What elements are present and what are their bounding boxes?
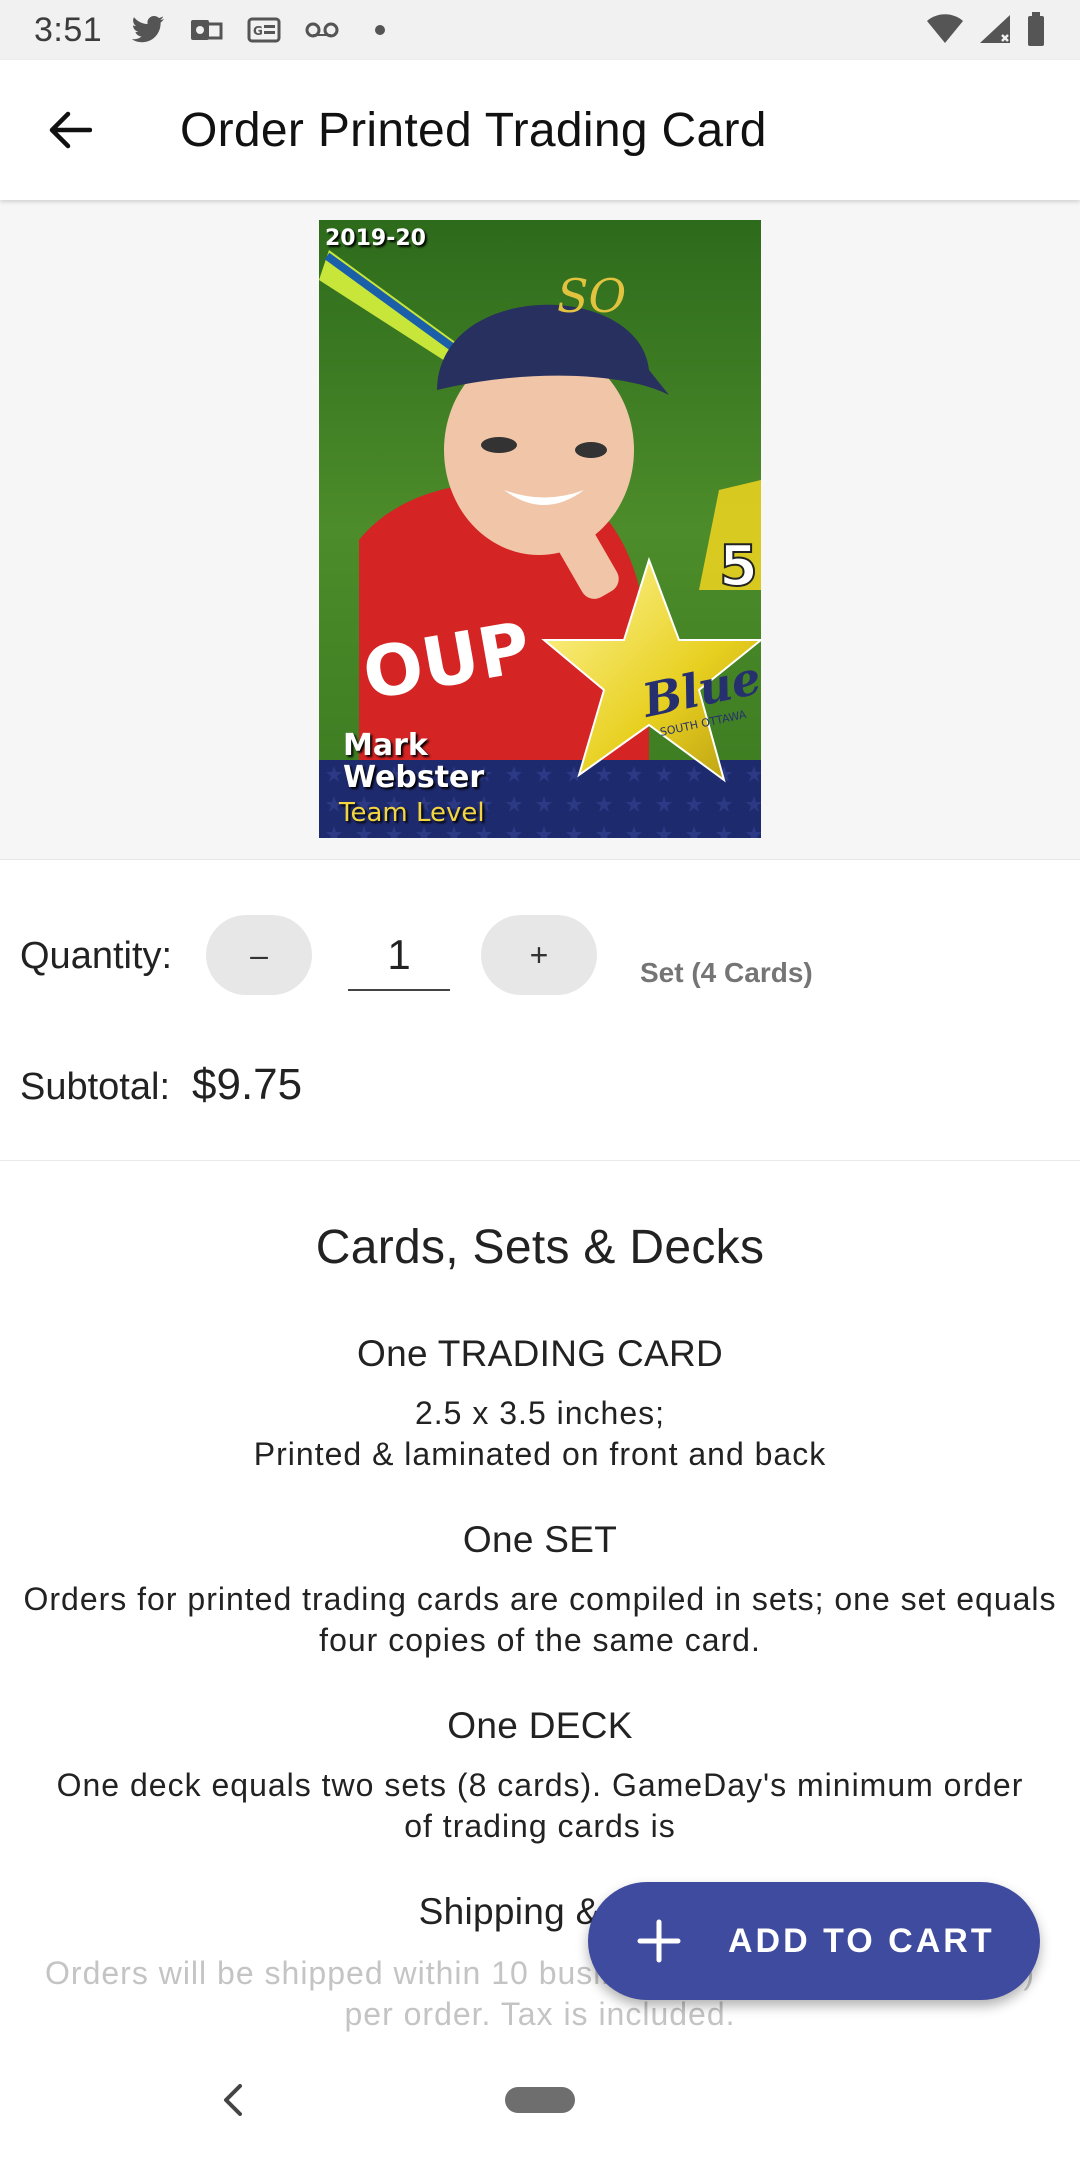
wifi-icon xyxy=(926,13,964,50)
info-heading: Cards, Sets & Decks xyxy=(315,1221,765,1274)
battery-icon xyxy=(1026,12,1046,51)
divider xyxy=(0,1160,1080,1161)
card-preview-area: SO OUP 5 Blues SOUTH OTTAWA 2019-20 Mark… xyxy=(0,200,1080,860)
cell-signal-icon xyxy=(978,13,1012,50)
news-icon: G xyxy=(246,16,282,44)
arrow-back-icon xyxy=(49,111,92,149)
set-text: Orders for printed trading cards are com… xyxy=(23,1581,1057,1658)
subtotal-row: Subtotal: $9.75 xyxy=(20,1060,302,1110)
status-bar: 3:51 G xyxy=(0,0,1080,60)
deck-text: One deck equals two sets (8 cards). Game… xyxy=(56,1767,1024,1844)
add-to-cart-label: ADD TO CART xyxy=(728,1921,995,1960)
subtotal-value: $9.75 xyxy=(192,1060,303,1109)
home-gesture-pill[interactable] xyxy=(505,2087,575,2113)
system-icons xyxy=(926,12,1046,51)
twitter-icon xyxy=(130,16,166,44)
back-button[interactable] xyxy=(0,60,140,200)
notification-icons: G xyxy=(130,16,398,44)
card-size-text: 2.5 x 3.5 inches; xyxy=(414,1395,666,1431)
quantity-row: Quantity: – 1 + Set (4 Cards) xyxy=(0,915,1080,1005)
add-to-cart-button[interactable]: ADD TO CART xyxy=(588,1882,1040,2000)
decrease-quantity-button[interactable]: – xyxy=(206,915,312,995)
card-season: 2019-20 xyxy=(325,226,426,251)
dot-icon xyxy=(362,16,398,44)
card-first-name: Mark xyxy=(343,728,428,763)
status-time: 3:51 xyxy=(34,10,103,49)
player-number: 5 xyxy=(719,534,758,599)
increase-quantity-button[interactable]: + xyxy=(481,915,597,995)
outlook-icon xyxy=(188,16,224,44)
quantity-label: Quantity: xyxy=(20,935,173,977)
set-title: One SET xyxy=(462,1519,618,1560)
voicemail-icon xyxy=(304,16,340,44)
cap-logo: SO xyxy=(557,269,626,323)
card-title: One TRADING CARD xyxy=(357,1333,723,1374)
quantity-unit: Set (4 Cards) xyxy=(640,957,813,988)
subtotal-label: Subtotal: xyxy=(20,1066,170,1108)
trading-card-image[interactable]: SO OUP 5 Blues SOUTH OTTAWA 2019-20 Mark… xyxy=(319,220,761,838)
quantity-field[interactable]: 1 xyxy=(348,921,450,991)
app-bar: Order Printed Trading Card xyxy=(0,60,1080,200)
card-level: Team Level xyxy=(339,798,485,828)
card-last-name: Webster xyxy=(343,760,485,795)
deck-title: One DECK xyxy=(447,1705,633,1746)
plus-icon xyxy=(636,1918,682,1964)
nav-back-icon[interactable] xyxy=(218,2082,248,2118)
card-print-text: Printed & laminated on front and back xyxy=(253,1436,827,1472)
page-title: Order Printed Trading Card xyxy=(180,103,767,157)
svg-text:G: G xyxy=(253,24,263,38)
